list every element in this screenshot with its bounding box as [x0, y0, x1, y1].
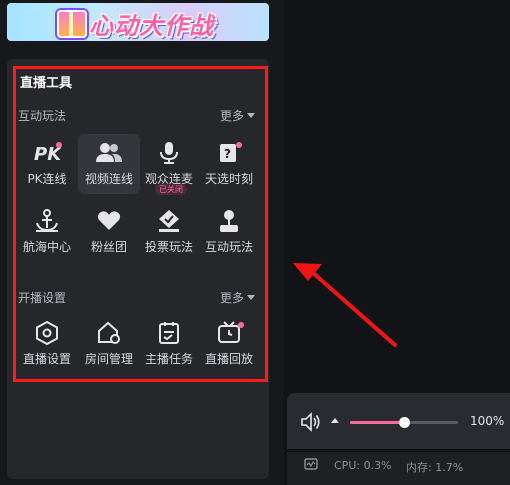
memory-usage: 内存: 1.7%: [406, 461, 464, 474]
volume-value: 100%: [470, 414, 505, 428]
volume-slider[interactable]: [350, 417, 458, 428]
volume-slider-knob[interactable]: [399, 417, 410, 428]
speaker-icon[interactable]: [300, 412, 322, 432]
volume-caret-up-icon[interactable]: [331, 418, 339, 423]
audio-controls: 100%: [287, 393, 510, 449]
monitor-icon: [304, 458, 318, 470]
volume-slider-fill: [350, 421, 404, 424]
status-bar: CPU: 0.3% 内存: 1.7%: [287, 452, 510, 485]
cpu-usage: CPU: 0.3%: [334, 459, 392, 472]
